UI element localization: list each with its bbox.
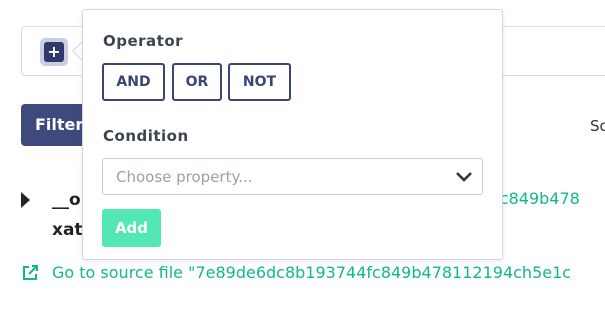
operator-title: Operator [103, 32, 184, 50]
go-to-source-label: Go to source file "7e89de6dc8b193744fc84… [52, 263, 572, 282]
property-select[interactable]: Choose property... [102, 158, 483, 195]
filter-popover: Operator AND OR NOT Condition Choose pro… [82, 9, 503, 260]
chevron-down-icon [456, 172, 472, 182]
add-clause-button[interactable]: + [40, 38, 68, 66]
operator-and-button[interactable]: AND [102, 63, 165, 101]
result-title: __o [52, 190, 81, 210]
external-link-icon [23, 264, 38, 280]
add-condition-button[interactable]: Add [102, 209, 161, 247]
go-to-source-link[interactable]: Go to source file "7e89de6dc8b193744fc84… [21, 263, 571, 282]
result-subtitle: xat [52, 220, 83, 240]
operator-or-button[interactable]: OR [172, 63, 222, 101]
sort-label: So [590, 117, 605, 135]
plus-icon: + [44, 42, 64, 62]
expand-caret-icon[interactable] [21, 192, 30, 208]
condition-title: Condition [103, 127, 189, 145]
operator-not-button[interactable]: NOT [228, 63, 291, 101]
property-select-placeholder: Choose property... [116, 168, 253, 186]
